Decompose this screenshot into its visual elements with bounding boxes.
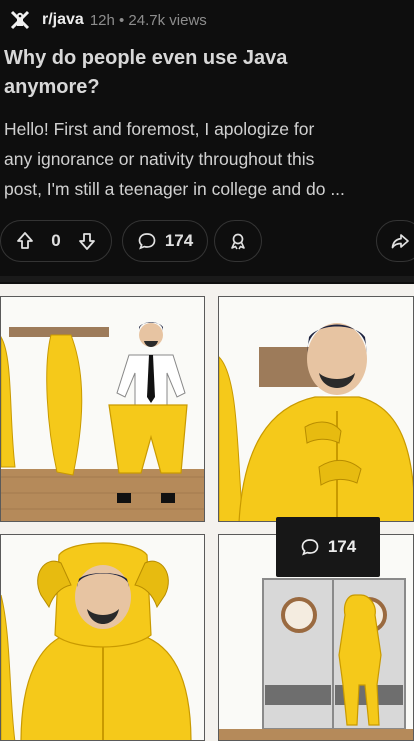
- post-divider: [0, 276, 414, 282]
- floating-comments-button[interactable]: 174: [276, 517, 380, 577]
- share-button[interactable]: [376, 220, 414, 262]
- vote-count: 0: [51, 231, 61, 250]
- post-image[interactable]: [0, 284, 414, 741]
- meme-panel-2: [218, 296, 414, 522]
- comment-count: 174: [164, 231, 194, 250]
- award-icon: [231, 233, 245, 250]
- post-title-line: Why do people even use Java: [4, 47, 288, 69]
- share-icon: [391, 234, 409, 249]
- vote-control: 0: [0, 220, 112, 262]
- post-meta: 12h • 24.7k views: [89, 11, 207, 29]
- post-body-line: any ignorance or nativity throughout thi…: [4, 149, 315, 169]
- community-name[interactable]: r/java: [42, 11, 84, 29]
- upvote-icon[interactable]: [15, 231, 35, 251]
- panel-illustration: [1, 297, 204, 521]
- meme-panel-1: [0, 296, 205, 522]
- post-title[interactable]: Why do people even use Java anymore?: [4, 44, 404, 102]
- post-body-line: Hello! First and foremost, I apologize f…: [4, 119, 315, 139]
- comments-button[interactable]: 174: [122, 220, 208, 262]
- comment-icon: [138, 233, 156, 250]
- action-bar: 0 174: [0, 220, 414, 266]
- post-body-line: post, I'm still a teenager in college an…: [4, 179, 345, 199]
- downvote-icon[interactable]: [77, 231, 97, 251]
- post-body[interactable]: Hello! First and foremost, I apologize f…: [4, 114, 408, 210]
- panel-illustration: [219, 297, 413, 521]
- post-title-line: anymore?: [4, 76, 100, 98]
- community-icon[interactable]: [8, 8, 32, 32]
- floating-comment-count: 174: [327, 537, 357, 556]
- comment-icon: [301, 539, 319, 556]
- panel-illustration: [1, 535, 204, 740]
- post-header: r/java 12h • 24.7k views: [0, 0, 414, 40]
- award-button[interactable]: [214, 220, 262, 262]
- meme-panel-3: [0, 534, 205, 741]
